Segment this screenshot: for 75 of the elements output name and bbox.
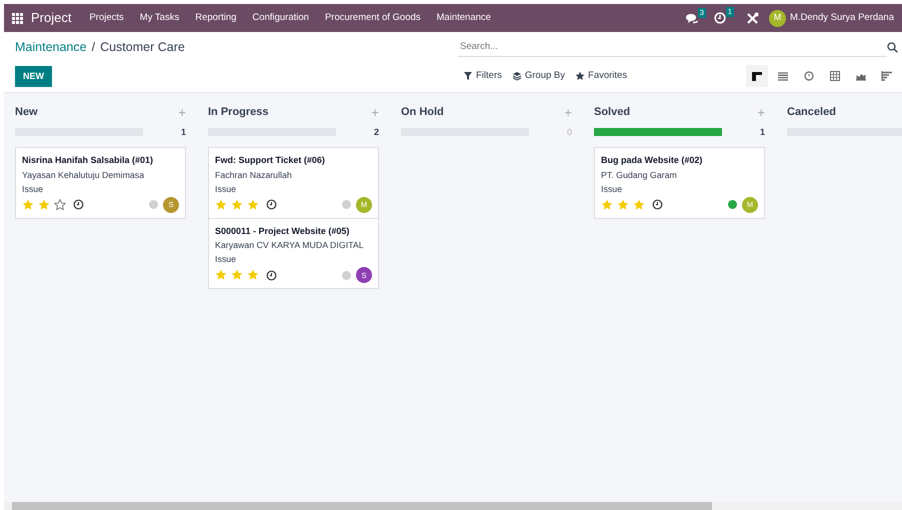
card-title: S000011 - Project Website (#05) (215, 224, 350, 238)
column-title: In Progress (208, 105, 269, 120)
clock-view-icon (803, 70, 815, 82)
gantt-view-icon (881, 70, 893, 82)
clock-icon[interactable] (652, 199, 663, 210)
column-count: 2 (374, 126, 379, 138)
star-rating[interactable] (22, 198, 66, 211)
tag-label: Issue (215, 182, 238, 196)
horizontal-scrollbar[interactable] (4, 502, 902, 510)
list-view-icon (777, 70, 789, 82)
breadcrumb-link[interactable]: Maintenance (15, 40, 87, 54)
menu-item[interactable]: Maintenance (428, 10, 499, 26)
star-rating[interactable] (601, 198, 645, 211)
tag-label: Issue (601, 182, 624, 196)
status-dot[interactable] (342, 200, 351, 210)
star-filled-icon[interactable] (215, 198, 227, 211)
column-count: 1 (180, 126, 186, 138)
clock-icon[interactable] (266, 270, 277, 281)
card-title: Nisrina Hanifah Salsabila (#01) (22, 154, 154, 168)
status-dot[interactable] (342, 270, 351, 280)
user-avatar: M (768, 10, 786, 26)
tag-label: Issue (22, 182, 44, 196)
customer-name: Karyawan CV KARYA MUDA DIGITAL (215, 239, 365, 252)
filter-menu-button[interactable]: Favorites (570, 69, 632, 84)
star-filled-icon[interactable] (231, 269, 243, 282)
kanban-view-icon (751, 70, 763, 82)
tag-label: Issue (215, 253, 238, 266)
menu-item[interactable]: Procurement of Goods (316, 10, 429, 26)
user-name[interactable]: M.Dendy Surya Perdana (790, 10, 894, 26)
star-filled-icon[interactable] (231, 198, 243, 211)
view-switch-button[interactable] (746, 65, 768, 88)
clock-icon[interactable] (73, 199, 84, 210)
column-count: 0 (566, 126, 572, 138)
menu-item[interactable]: Configuration (244, 10, 317, 26)
star-icon (575, 71, 586, 82)
status-dot[interactable] (728, 200, 737, 210)
app-name[interactable]: Project (31, 8, 72, 28)
star-filled-icon[interactable] (22, 198, 34, 211)
customer-name: PT. Gudang Garam (601, 168, 678, 182)
star-outline-icon[interactable] (54, 198, 66, 211)
layers-icon (512, 71, 522, 82)
star-filled-icon[interactable] (38, 198, 50, 211)
clock-icon[interactable] (266, 199, 277, 210)
search-icon (887, 42, 898, 54)
star-rating[interactable] (215, 269, 259, 282)
new-button[interactable]: NEW (15, 66, 52, 87)
chat-icon[interactable] (684, 12, 698, 24)
filter-menu-button[interactable]: Filters (458, 69, 507, 84)
breadcrumb-current: Customer Care (100, 40, 185, 54)
column-title: Canceled (787, 105, 836, 120)
card-title: Fwd: Support Ticket (#06) (215, 154, 326, 168)
card-title: Bug pada Website (#02) (601, 154, 704, 168)
menu-item[interactable]: Projects (81, 10, 132, 26)
star-filled-icon[interactable] (247, 198, 259, 211)
status-dot[interactable] (149, 200, 158, 210)
star-filled-icon[interactable] (633, 198, 645, 211)
star-filled-icon[interactable] (601, 198, 613, 211)
column-count: 1 (760, 126, 765, 138)
customer-name: Fachran Nazarullah (215, 168, 293, 182)
star-filled-icon[interactable] (617, 198, 629, 211)
menu-item[interactable]: My Tasks (132, 10, 188, 26)
apps-menu-icon[interactable] (12, 12, 23, 24)
column-title: Solved (594, 105, 630, 120)
star-rating[interactable] (215, 198, 259, 211)
star-filled-icon[interactable] (247, 269, 259, 282)
filter-menu-button[interactable]: Group By (506, 69, 570, 84)
customer-name: Yayasan Kehalutuju Demimasa (22, 168, 146, 182)
table-view-icon (829, 70, 841, 82)
tools-icon[interactable] (746, 12, 759, 24)
column-title: On Hold (401, 105, 444, 120)
filter-icon (463, 71, 473, 82)
breadcrumb-separator: / (92, 40, 96, 54)
star-filled-icon[interactable] (215, 269, 227, 282)
column-title: New (15, 105, 38, 120)
menu-item[interactable]: Reporting (187, 10, 244, 26)
